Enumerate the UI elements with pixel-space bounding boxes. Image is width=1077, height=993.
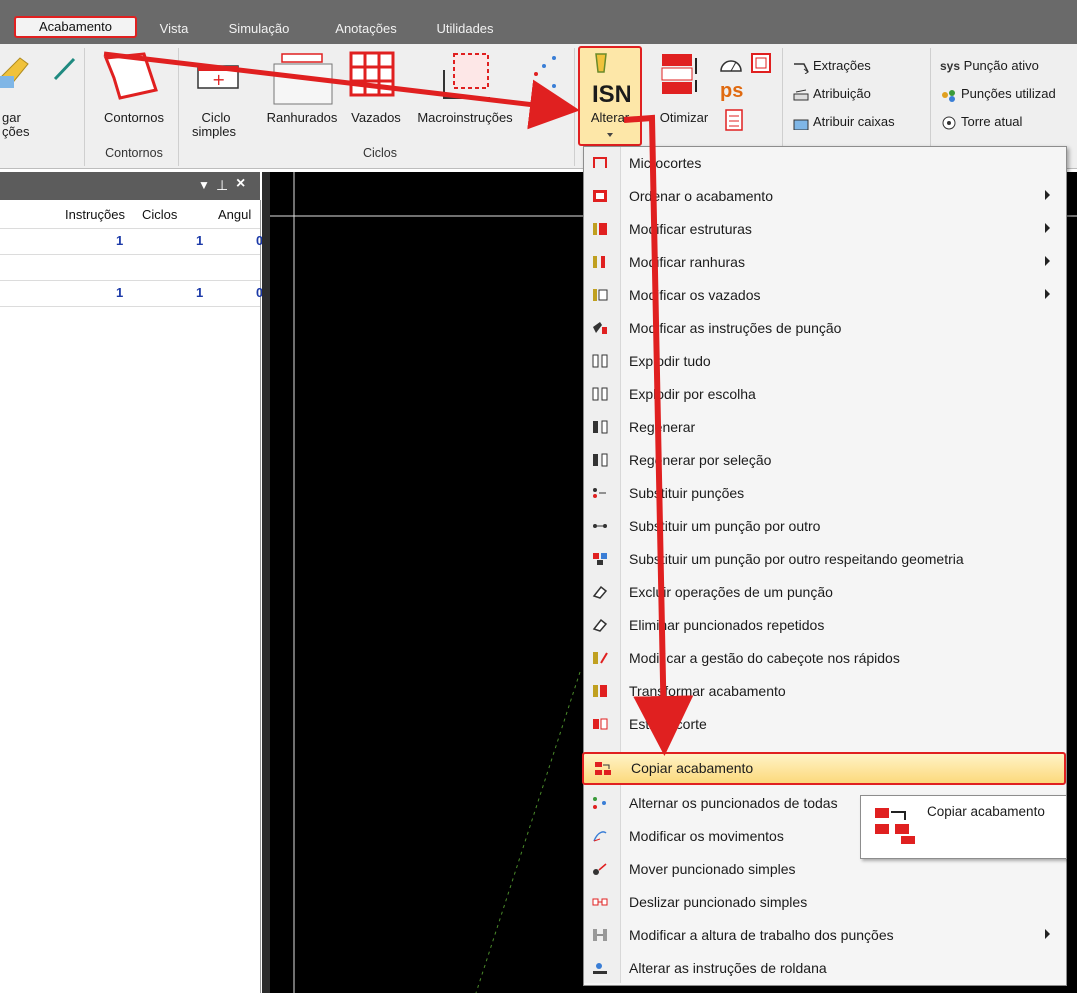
arrow-to-alterar <box>103 51 580 130</box>
arrow-to-copiar <box>623 114 694 756</box>
annotation-arrows <box>103 51 694 756</box>
